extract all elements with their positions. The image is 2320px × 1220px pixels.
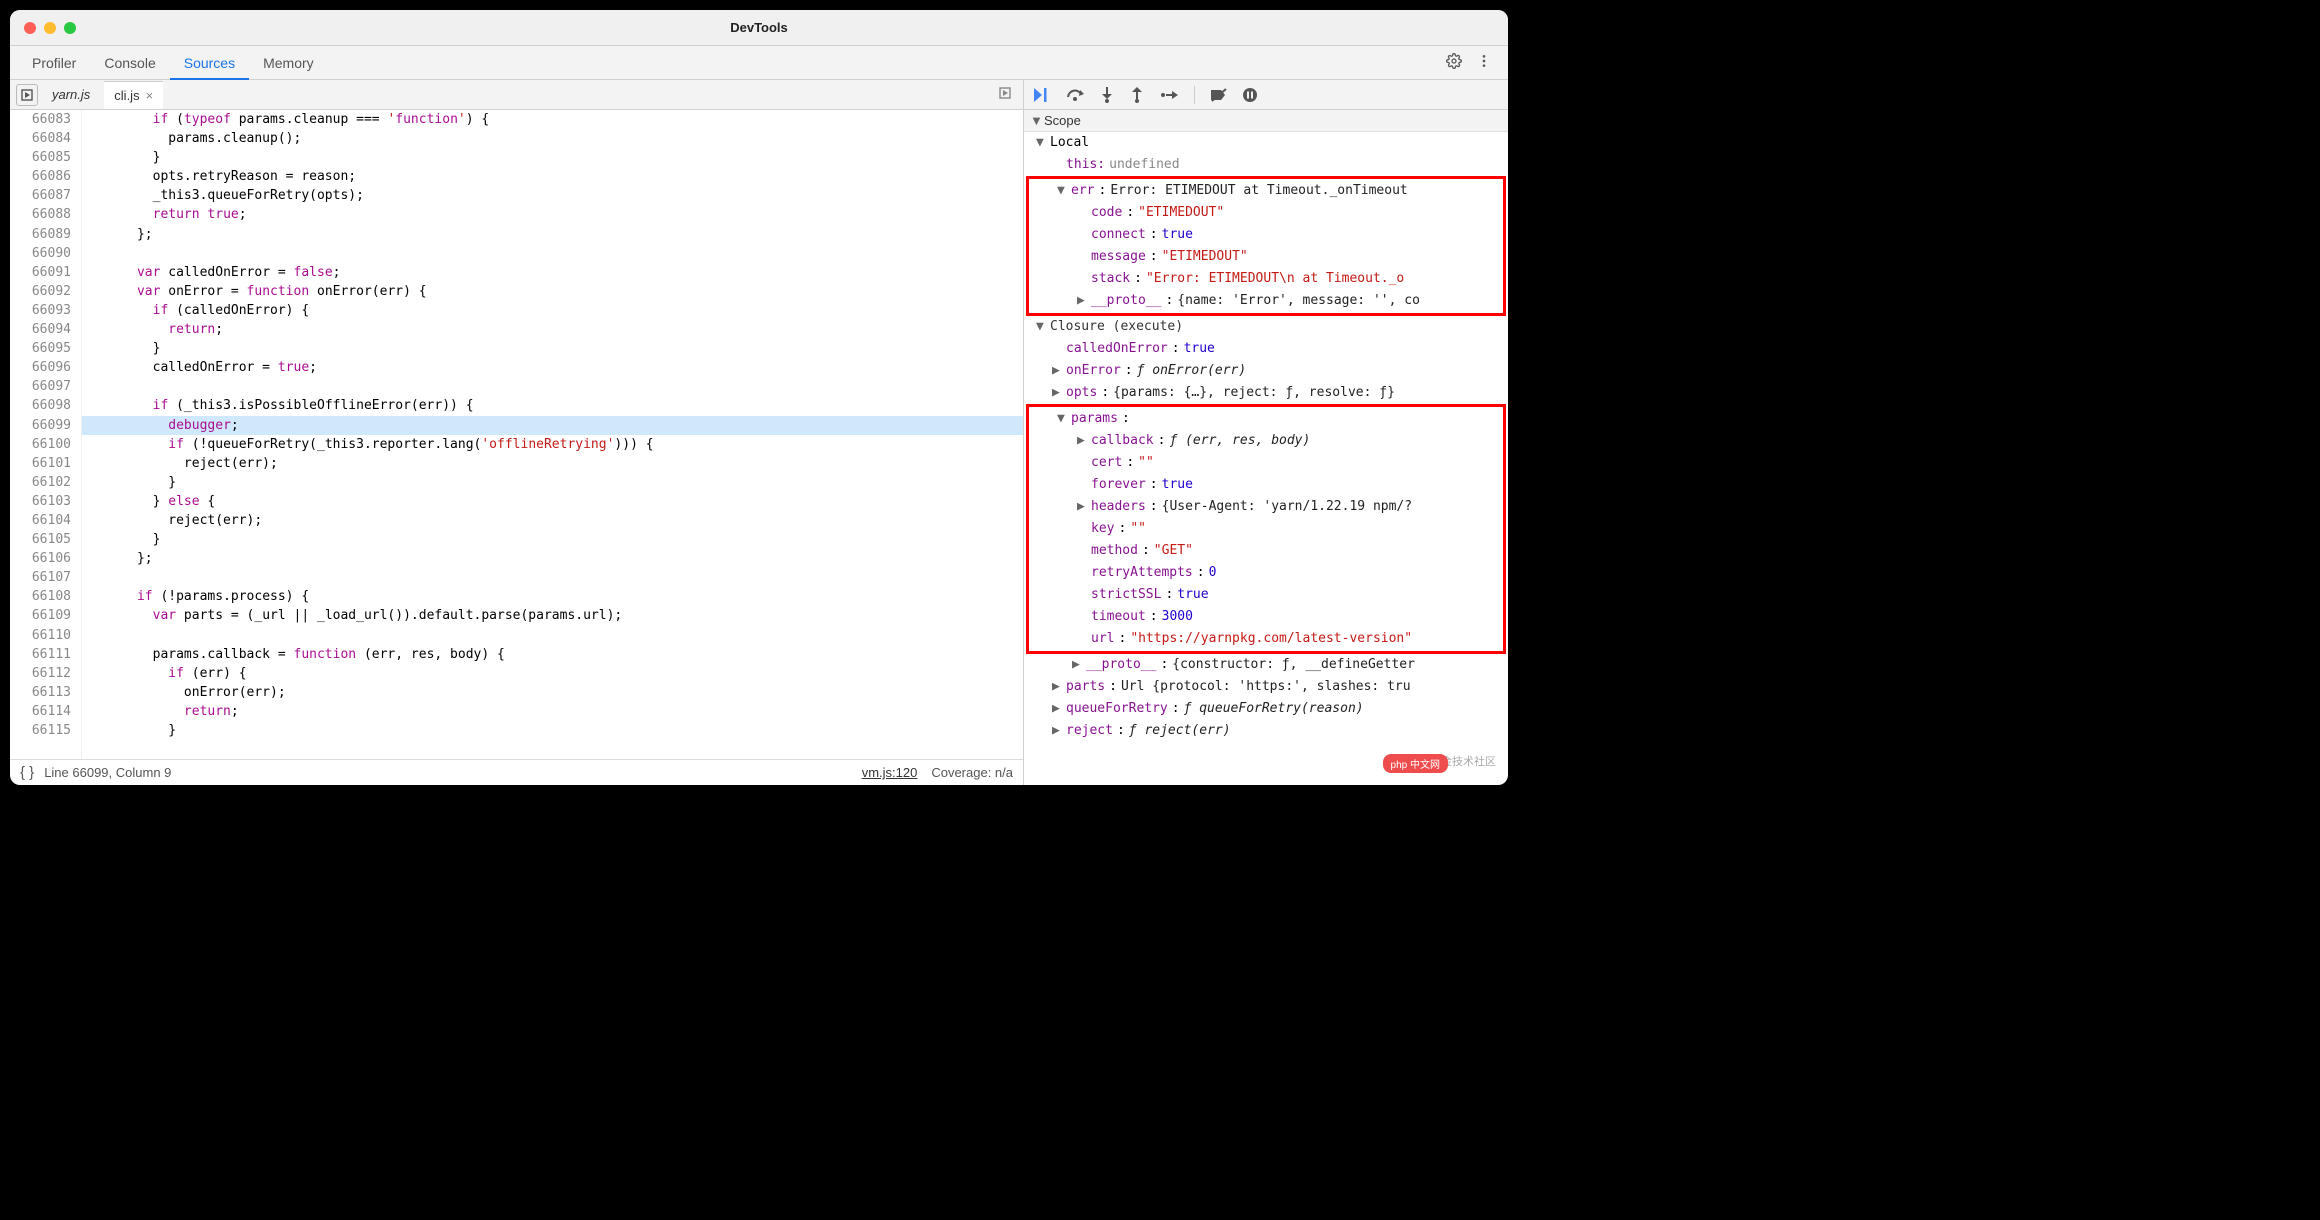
pause-on-exceptions-icon[interactable] — [1243, 88, 1257, 102]
more-tabs-icon[interactable] — [999, 87, 1017, 102]
file-tab-yarnjs[interactable]: yarn.js — [42, 81, 100, 109]
file-tab-label: yarn.js — [52, 87, 90, 102]
vm-link[interactable]: vm.js:120 — [862, 765, 918, 780]
code-editor[interactable]: 6608366084660856608666087660886608966090… — [10, 110, 1023, 759]
debugger-panel: ▼ Scope ▼Local this: undefined ▼err: Err… — [1024, 80, 1508, 785]
pretty-print-icon[interactable]: { } — [20, 764, 34, 781]
tab-memory[interactable]: Memory — [249, 46, 328, 80]
tab-console[interactable]: Console — [90, 46, 169, 80]
disclosure-triangle-icon: ▼ — [1030, 113, 1040, 128]
titlebar: DevTools — [10, 10, 1508, 46]
traffic-lights — [10, 22, 76, 34]
scope-tree[interactable]: ▼Local this: undefined ▼err: Error: ETIM… — [1024, 132, 1508, 785]
settings-icon[interactable] — [1446, 53, 1462, 72]
code-lines: if (typeof params.cleanup === 'function'… — [82, 110, 1023, 759]
minimize-window-button[interactable] — [44, 22, 56, 34]
close-window-button[interactable] — [24, 22, 36, 34]
step-out-icon[interactable] — [1130, 87, 1144, 103]
file-tab-clijs[interactable]: cli.js × — [104, 81, 163, 109]
step-over-icon[interactable] — [1066, 88, 1084, 102]
step-into-icon[interactable] — [1100, 87, 1114, 103]
step-icon[interactable] — [1160, 88, 1178, 102]
scope-local-label: Local — [1050, 132, 1089, 154]
content: yarn.js cli.js × 66083660846608566086660… — [10, 80, 1508, 785]
resume-icon[interactable] — [1034, 88, 1050, 102]
scope-section-label: Scope — [1044, 113, 1081, 128]
statusbar: { } Line 66099, Column 9 vm.js:120 Cover… — [10, 759, 1023, 785]
highlight-err-box: ▼err: Error: ETIMEDOUT at Timeout._onTim… — [1026, 176, 1506, 316]
maximize-window-button[interactable] — [64, 22, 76, 34]
navigator-toggle-icon[interactable] — [16, 84, 38, 106]
sources-panel: yarn.js cli.js × 66083660846608566086660… — [10, 80, 1024, 785]
highlight-params-box: ▼params: ▶callback: ƒ (err, res, body) c… — [1026, 404, 1506, 654]
deactivate-breakpoints-icon[interactable] — [1211, 88, 1227, 102]
file-tabbar: yarn.js cli.js × — [10, 80, 1023, 110]
tab-sources[interactable]: Sources — [170, 46, 249, 80]
panel-tabbar: Profiler Console Sources Memory — [10, 46, 1508, 80]
more-icon[interactable] — [1476, 53, 1492, 72]
scope-section-header[interactable]: ▼ Scope — [1024, 110, 1508, 132]
file-tab-label: cli.js — [114, 88, 139, 103]
tab-profiler[interactable]: Profiler — [18, 46, 90, 80]
separator — [1194, 86, 1195, 104]
coverage-status: Coverage: n/a — [931, 765, 1013, 780]
brand-badge: php 中文网 — [1383, 754, 1448, 773]
close-tab-icon[interactable]: × — [146, 88, 154, 103]
line-gutter: 6608366084660856608666087660886608966090… — [10, 110, 82, 759]
window-title: DevTools — [730, 20, 788, 35]
debugger-toolbar — [1024, 80, 1508, 110]
cursor-position: Line 66099, Column 9 — [44, 765, 171, 780]
devtools-window: DevTools Profiler Console Sources Memory… — [10, 10, 1508, 785]
